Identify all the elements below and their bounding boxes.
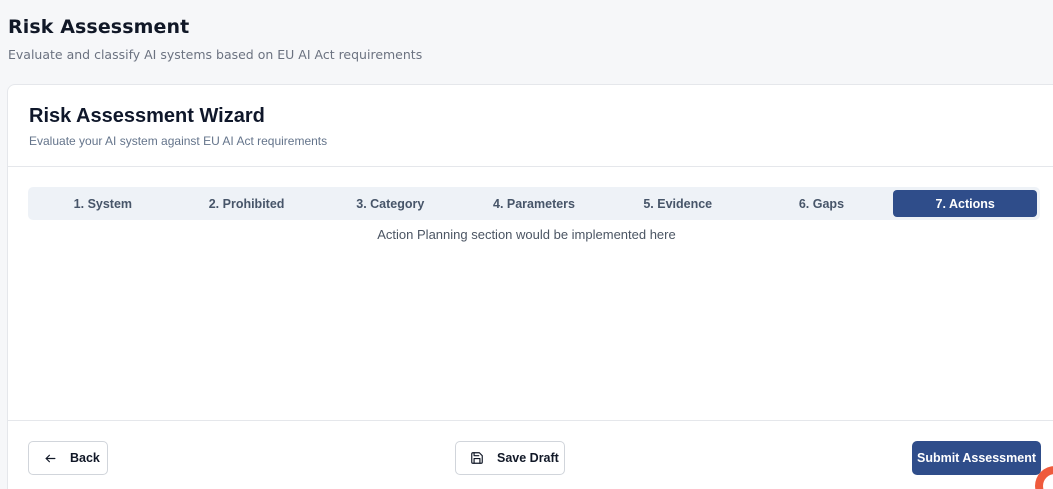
wizard-card: Risk Assessment Wizard Evaluate your AI … xyxy=(7,84,1053,489)
save-icon xyxy=(470,451,484,465)
tab-evidence[interactable]: 5. Evidence xyxy=(606,190,750,217)
page-subtitle: Evaluate and classify AI systems based o… xyxy=(8,47,423,62)
submit-assessment-label: Submit Assessment xyxy=(916,451,1037,465)
help-widget-inner xyxy=(1043,474,1053,489)
tab-prohibited[interactable]: 2. Prohibited xyxy=(175,190,319,217)
wizard-steps-tabs: 1. System 2. Prohibited 3. Category 4. P… xyxy=(28,187,1040,220)
page-title: Risk Assessment xyxy=(8,16,190,38)
save-draft-label: Save Draft xyxy=(497,451,559,465)
submit-assessment-button[interactable]: Submit Assessment xyxy=(912,441,1041,475)
header-divider xyxy=(8,166,1053,167)
tab-category[interactable]: 3. Category xyxy=(318,190,462,217)
back-button-label: Back xyxy=(70,451,100,465)
back-button[interactable]: Back xyxy=(28,441,108,475)
wizard-subtitle: Evaluate your AI system against EU AI Ac… xyxy=(29,134,328,148)
tab-actions[interactable]: 7. Actions xyxy=(893,190,1038,217)
footer-divider xyxy=(8,420,1053,421)
tab-gaps[interactable]: 6. Gaps xyxy=(750,190,894,217)
wizard-title: Risk Assessment Wizard xyxy=(29,105,265,127)
tab-system[interactable]: 1. System xyxy=(31,190,175,217)
page-header: Risk Assessment Evaluate and classify AI… xyxy=(8,16,422,62)
wizard-header: Risk Assessment Wizard Evaluate your AI … xyxy=(29,105,327,148)
tab-parameters[interactable]: 4. Parameters xyxy=(462,190,606,217)
arrow-left-icon xyxy=(44,452,57,465)
save-draft-button[interactable]: Save Draft xyxy=(455,441,565,475)
action-planning-placeholder: Action Planning section would be impleme… xyxy=(377,227,676,242)
